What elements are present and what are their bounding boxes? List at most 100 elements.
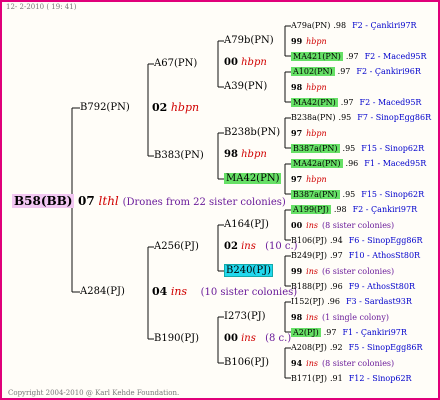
- gen1-bottom-note: (10 sister colonies): [200, 287, 298, 298]
- gen3-2-type: hbpn: [241, 149, 267, 160]
- gen2-node-1: B383(PN): [154, 150, 204, 161]
- gen3-4-type: ins: [241, 241, 256, 252]
- gen1-bottom-info: 04 ins (10 sister colonies): [152, 286, 297, 299]
- gen4-location: F15 - Sinop62R: [361, 189, 425, 199]
- gen4-score: .97: [345, 51, 359, 61]
- gen4-name: A2(PJ): [291, 327, 321, 337]
- gen4-year: 98: [291, 312, 303, 323]
- gen4-year: 99: [291, 36, 303, 47]
- gen4-row: B171(PJ) .91 F12 - Sinop62R: [291, 373, 412, 385]
- gen4-name: MA42(PN): [291, 97, 338, 107]
- gen4-name: A199(PJ): [291, 205, 331, 214]
- gen3-node-4-info: 02 ins (10 c.): [224, 241, 298, 253]
- gen4-year: 00: [291, 220, 303, 231]
- gen4-score: .97: [329, 250, 343, 260]
- gen3-node-4: A164(PJ): [224, 219, 269, 230]
- gen4-location: F2 - Çankiri96R: [356, 67, 421, 76]
- gen4-score: .91: [329, 373, 343, 383]
- gen4-name: A208(PJ): [291, 342, 327, 352]
- gen4-location: F1 - Maced95R: [364, 159, 427, 168]
- gen4-score: .95: [338, 113, 352, 122]
- gen4-score: .92: [329, 342, 343, 352]
- gen4-location: F3 - Sardast93R: [346, 296, 412, 306]
- gen4-score: .97: [323, 327, 337, 337]
- gen1-top-type: hbpn: [170, 101, 200, 114]
- gen3-5-name: B240(PJ): [224, 264, 273, 277]
- gen4-name: MA421(PN): [291, 51, 343, 61]
- gen4-row: B387a(PN) .95 F15 - Sinop62R: [291, 189, 424, 201]
- gen4-row: A79a(PN) .98 F2 - Çankiri97R: [291, 20, 417, 32]
- gen3-node-3: MA42(PN): [224, 173, 282, 185]
- gen2-node-0: A67(PN): [154, 58, 198, 69]
- gen4-row: 97 hbpn: [291, 127, 327, 140]
- gen4-score: .96: [327, 296, 340, 306]
- gen1-node-0: B792(PN): [80, 102, 130, 113]
- gen4-name: B106(PJ): [291, 235, 327, 245]
- gen4-year: 94: [291, 358, 303, 369]
- gen3-2-year: 98: [224, 149, 238, 160]
- gen4-type: hbpn: [306, 37, 327, 47]
- gen4-score: .97: [340, 97, 354, 107]
- gen4-type: ins: [306, 313, 318, 323]
- gen4-name: B387a(PN): [291, 143, 340, 153]
- gen3-node-6-info: 00 ins (8 c.): [224, 333, 291, 345]
- gen4-name: A79a(PN): [291, 21, 331, 30]
- gen4-score: .98: [333, 205, 347, 214]
- gen2-node-3: B190(PJ): [154, 333, 199, 344]
- gen3-0-year: 00: [224, 57, 238, 68]
- gen4-row: A2(PJ) .97 F1 - Çankiri97R: [291, 327, 407, 339]
- gen3-node-6: I273(PJ): [224, 311, 266, 322]
- gen4-location: F2 - Çankiri97R: [352, 21, 417, 30]
- gen1-top-info: 02 hbpn: [152, 102, 199, 114]
- gen4-row: 99 ins (6 sister colonies): [291, 265, 394, 278]
- gen4-location: F12 - Sinop62R: [348, 373, 412, 383]
- gen3-node-1: A39(PN): [224, 81, 268, 92]
- gen4-row: MA42a(PN) .96 F1 - Maced95R: [291, 158, 426, 170]
- gen4-location: F6 - SinopEgg86R: [348, 235, 423, 245]
- gen4-note: (8 sister colonies): [321, 359, 395, 369]
- root-note: (Drones from 22 sister colonies): [122, 197, 286, 208]
- gen4-score: .97: [337, 67, 351, 76]
- gen3-node-0: A79b(PN): [224, 35, 274, 46]
- root-year: 07: [78, 194, 95, 208]
- gen4-row: 98 hbpn: [291, 81, 327, 94]
- gen4-name: I152(PJ): [291, 296, 325, 306]
- gen4-location: F2 - Maced95R: [359, 97, 422, 107]
- gen3-4-year: 02: [224, 241, 238, 252]
- gen4-row: MA421(PN) .97 F2 - Maced95R: [291, 51, 427, 63]
- gen1-bottom-year: 04: [152, 285, 168, 298]
- copyright: Copyright 2004-2010 @ Karl Kehde Foundat…: [8, 389, 180, 397]
- root-info: 07 lthl (Drones from 22 sister colonies): [78, 194, 286, 210]
- gen4-row: 99 hbpn: [291, 35, 327, 48]
- gen1-bottom-type: ins: [170, 285, 188, 298]
- gen4-row: A199(PJ) .98 F2 - Çankiri97R: [291, 204, 417, 216]
- gen4-name: B188(PJ): [291, 281, 327, 291]
- gen4-score: .95: [342, 189, 356, 199]
- gen4-row: B387a(PN) .95 F15 - Sinop62R: [291, 143, 424, 155]
- gen3-node-0-info: 00 hbpn: [224, 57, 267, 69]
- gen4-location: F2 - Maced95R: [364, 51, 427, 61]
- gen4-location: F1 - Çankiri97R: [342, 327, 407, 337]
- gen4-score: .96: [345, 159, 359, 168]
- gen4-row: B106(PJ) .94 F6 - SinopEgg86R: [291, 235, 423, 247]
- gen4-type: ins: [306, 267, 318, 277]
- gen4-year: 97: [291, 174, 303, 185]
- gen4-score: .95: [342, 143, 356, 153]
- gen4-name: MA42a(PN): [291, 159, 343, 168]
- gen4-name: A102(PN): [291, 67, 335, 76]
- gen4-location: F9 - AthosSt80R: [348, 281, 415, 291]
- gen3-node-2-info: 98 hbpn: [224, 149, 267, 161]
- gen4-row: A102(PN) .97 F2 - Çankiri96R: [291, 66, 421, 78]
- gen1-node-1: A284(PJ): [80, 286, 125, 297]
- gen1-top-year: 02: [152, 101, 168, 114]
- gen4-location: F7 - SinopEgg86R: [357, 113, 432, 122]
- gen4-type: hbpn: [306, 129, 327, 139]
- root-node: B58(BB): [12, 194, 75, 208]
- gen4-score: .96: [329, 281, 343, 291]
- gen3-node-7: B106(PJ): [224, 357, 269, 368]
- gen4-note: (8 sister colonies): [321, 221, 395, 231]
- gen4-row: A208(PJ) .92 F5 - SinopEgg86R: [291, 342, 422, 354]
- gen4-name: B387a(PN): [291, 189, 340, 199]
- root-name: B58(BB): [12, 194, 75, 208]
- gen4-row: 94 ins (8 sister colonies): [291, 357, 394, 370]
